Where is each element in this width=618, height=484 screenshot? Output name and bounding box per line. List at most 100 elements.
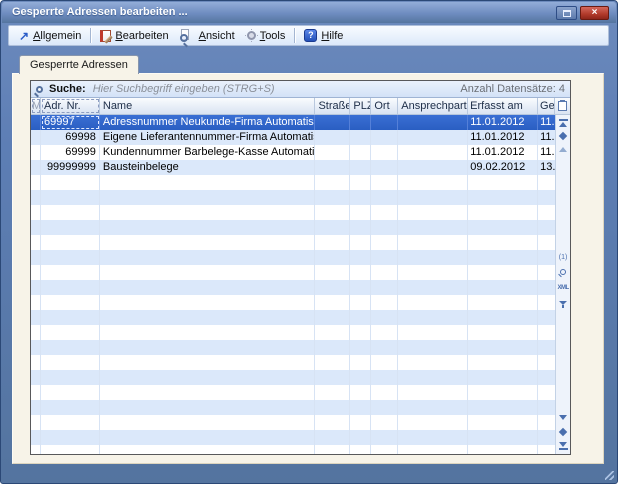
table-row[interactable]: 99999999Bausteinbelege09.02.201213.	[31, 160, 555, 175]
filter-button[interactable]	[556, 301, 570, 308]
page-down-button[interactable]	[556, 415, 570, 420]
cell-strasse	[315, 385, 350, 400]
scroll-strip[interactable]: (1) XML	[555, 115, 570, 454]
table-row-empty[interactable]	[31, 325, 555, 340]
menu-item-bearbeiten[interactable]: Bearbeiten	[94, 26, 174, 45]
table-row-empty[interactable]	[31, 370, 555, 385]
cell-plz	[350, 445, 371, 454]
window-controls: ×	[556, 6, 609, 20]
table-row-empty[interactable]	[31, 220, 555, 235]
cell-name	[100, 250, 316, 265]
cell-plz	[350, 280, 371, 295]
cell-ansprechpartner	[398, 205, 468, 220]
cell-strasse	[315, 445, 350, 454]
table-row-empty[interactable]	[31, 205, 555, 220]
table-row-empty[interactable]	[31, 445, 555, 454]
table-row-empty[interactable]	[31, 280, 555, 295]
cell-adr_nr: 99999999	[41, 160, 100, 175]
xml-icon: XML	[557, 285, 568, 291]
table-row-empty[interactable]	[31, 385, 555, 400]
cell-plz	[350, 325, 371, 340]
xml-button[interactable]: XML	[556, 285, 570, 291]
cell-m	[31, 370, 41, 385]
table-row-empty[interactable]	[31, 250, 555, 265]
title-bar[interactable]: Gesperrte Adressen bearbeiten ... ×	[2, 2, 616, 23]
column-header-plz[interactable]: PLZ	[350, 98, 371, 114]
cell-m	[31, 340, 41, 355]
table-row-empty[interactable]	[31, 265, 555, 280]
digits-button[interactable]: (1)	[556, 254, 570, 262]
cell-name	[100, 370, 316, 385]
table-row-empty[interactable]	[31, 235, 555, 250]
table-row-empty[interactable]	[31, 355, 555, 370]
cell-ge: 11.	[538, 145, 555, 160]
cell-erfasst_am: 09.02.2012	[468, 160, 538, 175]
cell-ansprechpartner	[398, 370, 468, 385]
cell-strasse	[315, 220, 350, 235]
resize-grip[interactable]	[605, 471, 614, 480]
tab-gesperrte-adressen[interactable]: Gesperrte Adressen	[19, 55, 139, 74]
cell-ge	[538, 295, 555, 310]
table-row-empty[interactable]	[31, 175, 555, 190]
search-button[interactable]	[556, 269, 570, 275]
menu-item-allgemein[interactable]: ↗Allgemein	[13, 26, 87, 45]
menu-item-hilfe[interactable]: ?Hilfe	[298, 26, 349, 45]
cell-ort	[371, 355, 398, 370]
cell-name	[100, 415, 316, 430]
cell-m	[31, 310, 41, 325]
jump-down-button[interactable]	[556, 429, 570, 435]
column-header-adr_nr[interactable]: Adr. Nr.	[41, 98, 100, 114]
menu-item-ansicht[interactable]: Ansicht	[175, 26, 241, 45]
menu-separator	[294, 28, 295, 43]
cell-name	[100, 385, 316, 400]
jump-down-icon	[560, 429, 566, 435]
cell-erfasst_am	[468, 355, 538, 370]
search-input[interactable]: Hier Suchbegriff eingeben (STRG+S)	[93, 83, 275, 95]
column-header-name[interactable]: Name	[100, 98, 316, 114]
table-row[interactable]: 69998Eigene Lieferantennummer-Firma Auto…	[31, 130, 555, 145]
page-up-button[interactable]	[556, 147, 570, 152]
jump-up-button[interactable]	[556, 133, 570, 139]
menu-item-tools[interactable]: Tools	[241, 26, 292, 45]
table-row[interactable]: 69997Adressnummer Neukunde-Firma Automat…	[31, 115, 555, 130]
table-row-empty[interactable]	[31, 295, 555, 310]
cell-ort	[371, 160, 398, 175]
maximize-button[interactable]	[556, 6, 577, 20]
column-header-ort[interactable]: Ort	[371, 98, 398, 114]
column-header-ansprechpartner[interactable]: Ansprechpartner	[398, 98, 468, 114]
cell-m	[31, 280, 41, 295]
column-select-button[interactable]	[555, 98, 570, 114]
column-header-m[interactable]: M	[31, 98, 41, 114]
column-header-strasse[interactable]: Straße	[315, 98, 350, 114]
close-button[interactable]: ×	[580, 6, 609, 20]
search-bar[interactable]: Suche: Hier Suchbegriff eingeben (STRG+S…	[31, 81, 570, 98]
scroll-top-button[interactable]	[556, 119, 570, 127]
cell-ge	[538, 265, 555, 280]
cell-plz	[350, 220, 371, 235]
cell-adr_nr	[41, 250, 100, 265]
table-row[interactable]: 69999Kundennummer Barbelege-Kasse Automa…	[31, 145, 555, 160]
cell-erfasst_am	[468, 190, 538, 205]
cell-name	[100, 220, 316, 235]
table-row-empty[interactable]	[31, 430, 555, 445]
column-header-erfasst_am[interactable]: Erfasst am	[468, 98, 538, 114]
grid-body: 69997Adressnummer Neukunde-Firma Automat…	[31, 115, 570, 454]
cell-adr_nr	[41, 175, 100, 190]
cell-plz	[350, 265, 371, 280]
cell-ort	[371, 220, 398, 235]
table-row-empty[interactable]	[31, 190, 555, 205]
cell-m	[31, 130, 41, 145]
table-row-empty[interactable]	[31, 415, 555, 430]
table-row-empty[interactable]	[31, 340, 555, 355]
column-header-ge[interactable]: Ge	[538, 98, 555, 114]
cell-ansprechpartner	[398, 325, 468, 340]
table-row-empty[interactable]	[31, 310, 555, 325]
scroll-bottom-button[interactable]	[556, 442, 570, 450]
record-count: Anzahl Datensätze: 4	[460, 83, 565, 95]
cell-name	[100, 295, 316, 310]
cell-name: Kundennummer Barbelege-Kasse Automatisch…	[100, 145, 316, 160]
cell-strasse	[315, 430, 350, 445]
column-select-icon	[558, 101, 567, 111]
cell-ansprechpartner	[398, 355, 468, 370]
table-row-empty[interactable]	[31, 400, 555, 415]
